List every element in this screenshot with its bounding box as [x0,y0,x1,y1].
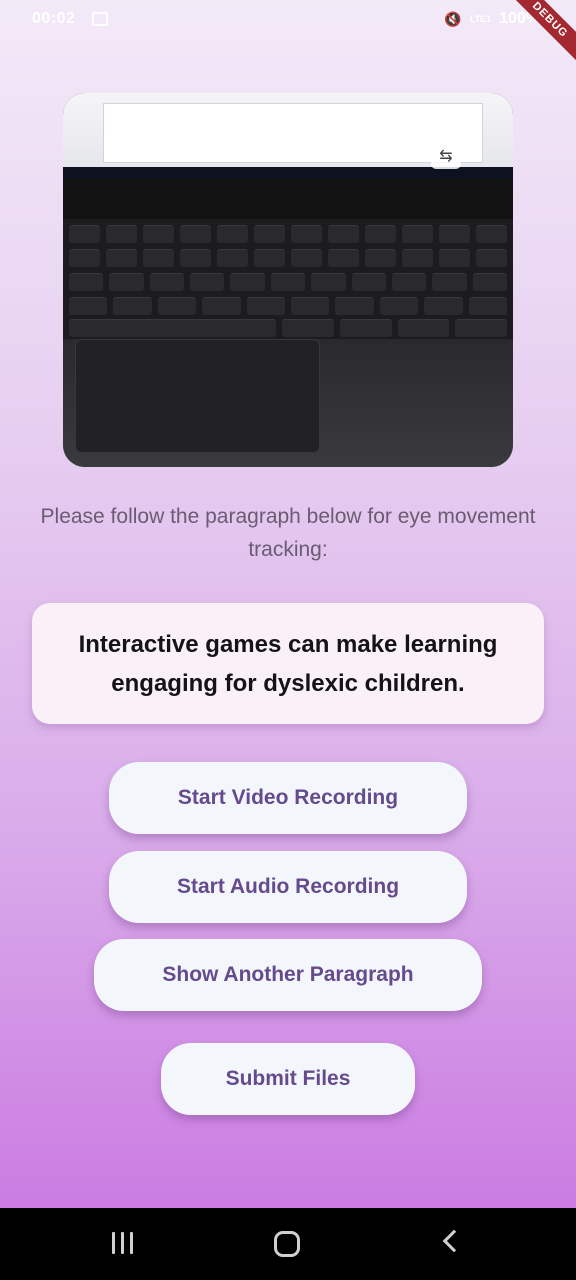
paragraph-card: Interactive games can make learning enga… [32,603,544,724]
start-video-recording-button[interactable]: Start Video Recording [109,762,467,834]
start-audio-recording-button[interactable]: Start Audio Recording [109,851,467,923]
camera-scene-keyboard [63,219,513,339]
show-another-paragraph-button[interactable]: Show Another Paragraph [94,939,482,1011]
status-time: 00:02 [32,10,76,27]
paragraph-text: Interactive games can make learning enga… [78,630,498,697]
flip-camera-icon[interactable]: ⇆ [431,145,461,169]
gallery-icon [92,12,108,26]
camera-scene-touchpad [75,339,320,453]
mute-icon: 🔇 [444,10,462,27]
instruction-text: Please follow the paragraph below for ey… [40,505,536,561]
submit-files-button[interactable]: Submit Files [161,1043,415,1115]
back-icon[interactable] [442,1229,466,1253]
signal-label: LTE1 [469,13,492,24]
status-bar: 00:02 🔇 LTE1 100% [0,0,576,40]
home-icon[interactable] [274,1231,300,1257]
recent-apps-icon[interactable] [112,1232,133,1254]
status-indicators: 🔇 LTE1 100% [444,10,540,28]
system-nav-bar [0,1208,576,1280]
camera-preview: ⇆ [63,93,513,467]
